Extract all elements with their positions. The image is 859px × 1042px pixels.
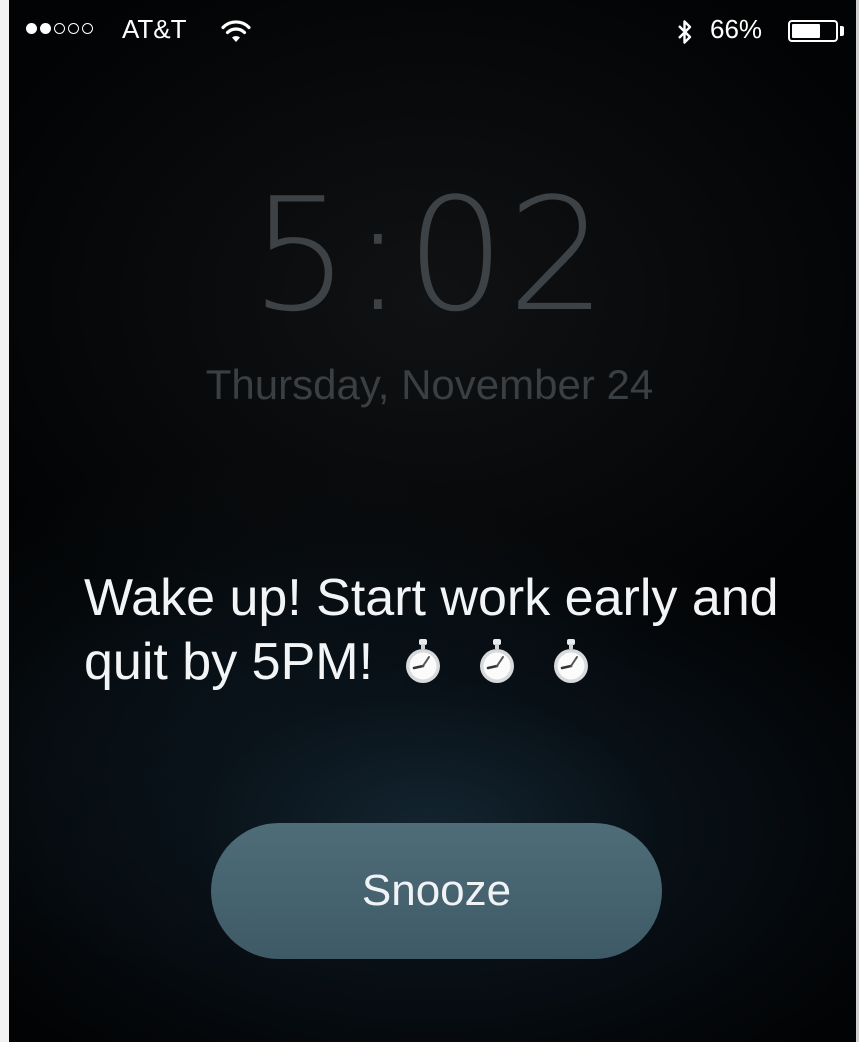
battery-cap [840, 26, 844, 36]
signal-dot [82, 23, 93, 34]
signal-dot [54, 23, 65, 34]
bluetooth-icon [678, 20, 692, 44]
stopwatch-icon [406, 639, 441, 683]
stopwatch-icon [554, 639, 589, 683]
clock-date: Thursday, November 24 [205, 361, 654, 408]
device-frame-edge [0, 0, 9, 1042]
battery-level-fill [792, 24, 820, 38]
alarm-emoji-group [403, 637, 591, 685]
clock-time: 5:02 [250, 164, 609, 346]
signal-strength-indicator [26, 23, 93, 34]
status-bar: AT&T 66% [26, 8, 845, 52]
lock-screen: AT&T 66% 5:02 Thursday, November 24 Wake… [0, 0, 859, 1042]
signal-dot [40, 23, 51, 34]
snooze-button[interactable]: Snooze [211, 823, 662, 959]
carrier-name: AT&T [122, 14, 187, 44]
signal-dot [26, 23, 37, 34]
stopwatch-icon [480, 639, 515, 683]
battery-percentage: 66% [710, 14, 763, 44]
battery-icon [788, 20, 838, 42]
signal-dot [68, 23, 79, 34]
wifi-icon [221, 20, 251, 42]
alarm-message: Wake up! Start work early and quit by 5P… [84, 566, 799, 694]
